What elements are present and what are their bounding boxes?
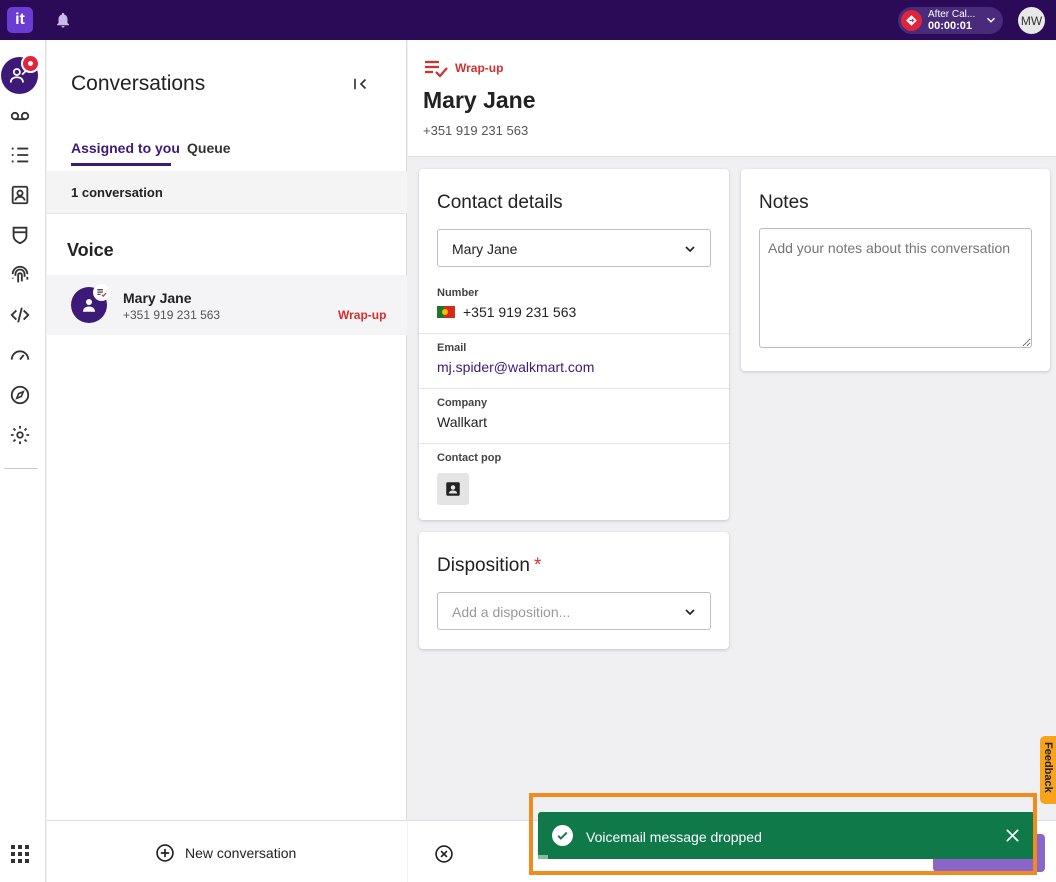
conversation-state-label: Wrap-up (455, 61, 504, 75)
selected-contact: Mary Jane (452, 241, 518, 257)
contact-details-title: Contact details (437, 192, 563, 213)
notes-textarea[interactable] (759, 228, 1032, 348)
chevron-down-icon (984, 13, 998, 27)
feedback-label: Feedback (1042, 742, 1054, 793)
highlight-frame (529, 793, 1037, 875)
email-link[interactable]: mj.spider@walkmart.com (437, 359, 594, 375)
close-circle-icon[interactable] (434, 844, 454, 864)
notes-title: Notes (759, 192, 809, 213)
user-avatar[interactable]: MW (1018, 7, 1045, 34)
chevron-down-icon (682, 604, 698, 620)
contact-details-card: Contact details Mary Jane Number +351 91… (419, 169, 729, 520)
disposition-card: Disposition * Add a disposition... (419, 532, 729, 649)
contact-avatar (71, 284, 110, 323)
conversation-contact-name: Mary Jane (123, 290, 192, 306)
field-contact-pop: Contact pop (419, 444, 729, 520)
collapse-panel-icon[interactable] (352, 75, 370, 93)
active-tab-indicator (71, 163, 171, 166)
field-value: Wallkart (437, 414, 488, 430)
status-label: After Cal... (928, 9, 976, 20)
field-label: Email (437, 342, 467, 354)
disposition-title: Disposition * (437, 555, 542, 576)
portugal-flag-icon (437, 306, 455, 318)
conversation-contact-phone: +351 919 231 563 (123, 308, 221, 322)
new-conversation-button[interactable]: New conversation (155, 843, 296, 863)
gear-icon[interactable] (9, 424, 31, 446)
wrap-up-badge-icon (93, 284, 110, 301)
list-icon[interactable] (9, 144, 31, 166)
call-status-selector[interactable]: After Cal... 00:00:01 (898, 7, 1003, 34)
field-label: Number (437, 287, 479, 299)
left-rail (0, 40, 46, 882)
conversation-state: Wrap-up (338, 308, 387, 322)
add-circle-icon (155, 843, 175, 863)
required-mark: * (533, 555, 542, 576)
bell-icon[interactable] (54, 11, 72, 29)
field-value: +351 919 231 563 (437, 304, 576, 320)
shield-icon[interactable] (9, 224, 31, 246)
chevron-down-icon (682, 241, 698, 257)
section-heading-voice: Voice (67, 240, 114, 260)
app-logo[interactable]: it (7, 7, 33, 33)
voicemail-icon[interactable] (9, 105, 31, 127)
speedometer-icon[interactable] (9, 344, 31, 366)
disposition-select[interactable]: Add a disposition... (437, 592, 711, 630)
compass-icon[interactable] (9, 384, 31, 406)
conversation-header: Wrap-up Mary Jane +351 919 231 563 (408, 40, 1056, 157)
conversations-panel: Conversations Assigned to you Queue 1 co… (47, 40, 407, 882)
wrap-up-icon (424, 59, 448, 79)
conversations-footer: New conversation (47, 820, 407, 882)
contact-phone: +351 919 231 563 (423, 123, 529, 138)
contact-pop-button[interactable] (437, 473, 469, 505)
contact-name: Mary Jane (423, 87, 536, 113)
conversation-list-item[interactable]: Mary Jane +351 919 231 563 Wrap-up (47, 275, 407, 335)
conversation-count: 1 conversation (71, 185, 163, 200)
top-bar: it After Cal... 00:00:01 MW (0, 0, 1056, 40)
contact-select[interactable]: Mary Jane (437, 229, 711, 267)
fingerprint-icon[interactable] (9, 264, 31, 286)
disposition-placeholder: Add a disposition... (452, 604, 571, 620)
rail-divider (4, 468, 38, 469)
panel-title: Conversations (71, 72, 206, 95)
notification-badge (21, 54, 40, 73)
tab-queue[interactable]: Queue (187, 140, 231, 156)
conversation-count-bar: 1 conversation (47, 171, 407, 214)
contacts-icon[interactable] (9, 184, 31, 206)
notes-card: Notes (741, 169, 1050, 371)
field-number: Number +351 919 231 563 (419, 279, 729, 334)
contact-card-icon (446, 482, 460, 496)
field-label: Contact pop (437, 452, 502, 464)
new-conversation-label: New conversation (185, 845, 297, 861)
tab-assigned-to-you[interactable]: Assigned to you (71, 140, 180, 156)
field-email: Email mj.spider@walkmart.com (419, 334, 729, 389)
code-icon[interactable] (9, 304, 31, 326)
after-call-status-icon (901, 10, 922, 31)
status-timer: 00:00:01 (928, 20, 973, 32)
apps-grid-icon[interactable] (9, 843, 31, 865)
field-label: Company (437, 397, 488, 409)
field-company: Company Wallkart (419, 389, 729, 444)
